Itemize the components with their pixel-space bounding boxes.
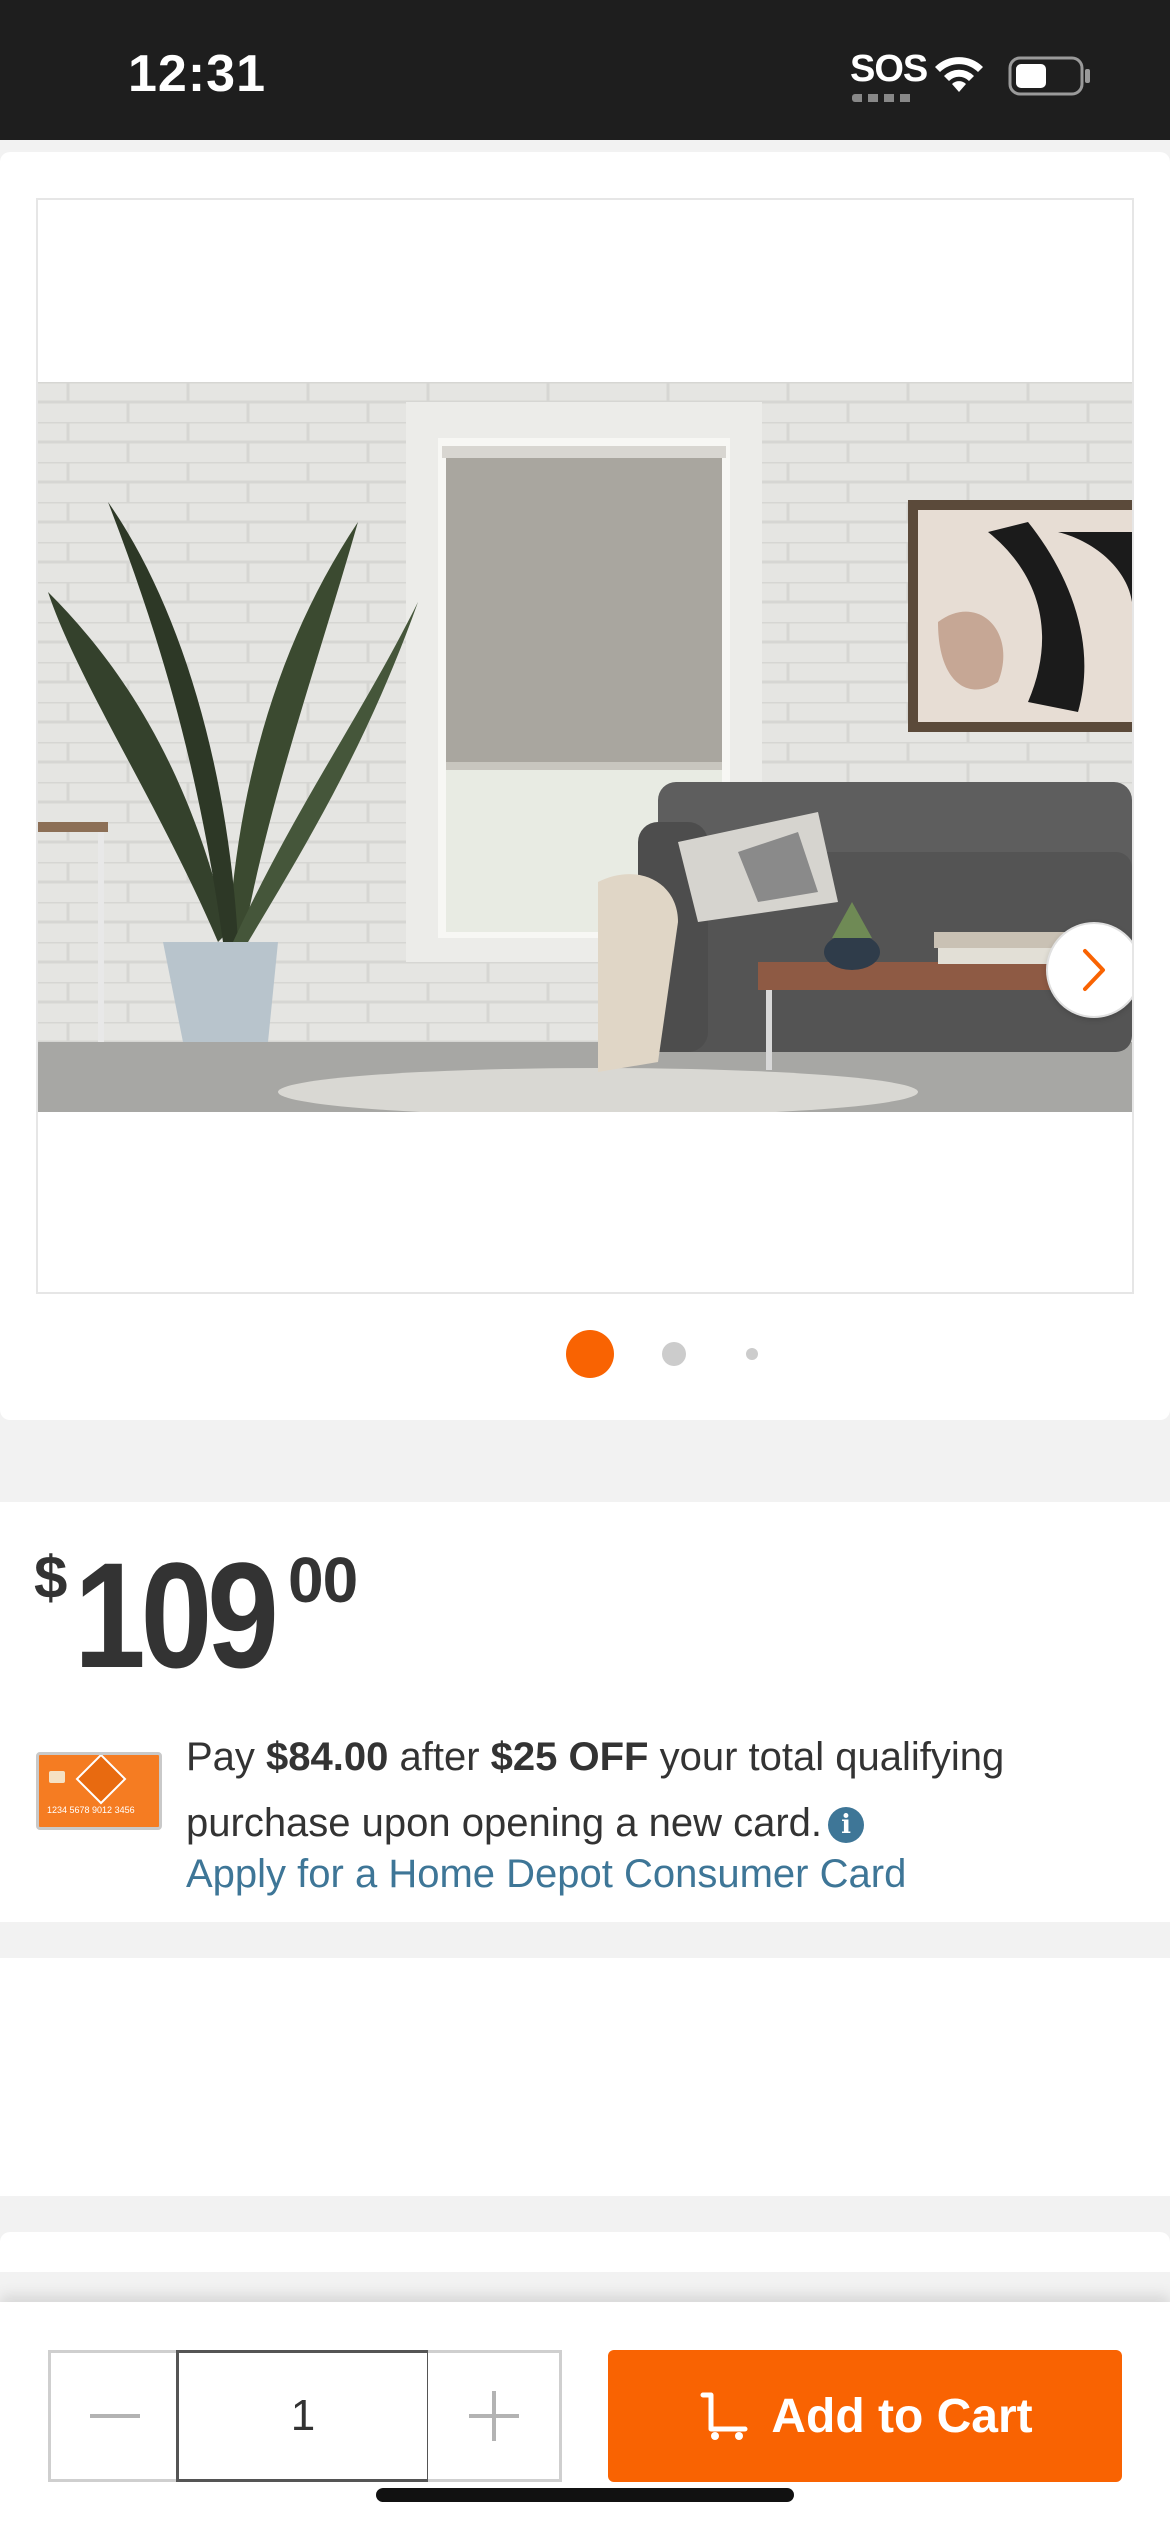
signal-dots-icon — [852, 94, 914, 102]
promo-text-after: after — [388, 1735, 491, 1779]
cart-icon — [700, 2392, 748, 2440]
gallery-dot[interactable] — [662, 1342, 686, 1366]
credit-card-promo: 1234 5678 9012 3456 Pay $84.00 after $25… — [36, 1724, 1136, 1904]
status-time: 12:31 — [128, 45, 266, 103]
next-section — [0, 2232, 1170, 2272]
gallery-dot[interactable] — [746, 1348, 758, 1360]
plus-icon — [468, 2391, 519, 2441]
gallery-next-button[interactable] — [1046, 922, 1132, 1018]
quantity-input[interactable] — [176, 2350, 430, 2482]
info-icon[interactable]: i — [828, 1807, 865, 1844]
price-card: $ 109 00 1234 5678 9012 3456 Pay $84.00 … — [0, 1502, 1170, 1922]
promo-text: Pay $84.00 after $25 OFF your total qual… — [186, 1724, 1136, 1856]
home-depot-logo — [75, 1755, 127, 1805]
add-to-cart-label: Add to Cart — [771, 2389, 1033, 2443]
home-indicator — [376, 2488, 794, 2502]
product-image — [38, 382, 1132, 1112]
quantity-increase-button[interactable] — [428, 2350, 562, 2482]
home-depot-card-image: 1234 5678 9012 3456 — [36, 1752, 162, 1830]
quantity-decrease-button[interactable] — [48, 2350, 178, 2482]
battery-icon — [1008, 56, 1090, 96]
quantity-stepper — [48, 2350, 562, 2482]
gallery-dot-active[interactable] — [566, 1330, 614, 1378]
sos-indicator: SOS — [850, 48, 928, 90]
card-chip — [49, 1771, 65, 1783]
price-cents: 00 — [288, 1544, 358, 1616]
price-whole: 109 — [74, 1531, 279, 1699]
wifi-icon — [935, 57, 983, 92]
chevron-right-icon — [1083, 949, 1105, 991]
status-bar: 12:31 SOS — [0, 0, 1170, 140]
card-number-graphic: 1234 5678 9012 3456 — [47, 1805, 135, 1815]
empty-section — [0, 1958, 1170, 2196]
promo-discount: $25 OFF — [490, 1735, 649, 1779]
minus-icon — [89, 2414, 140, 2418]
add-to-cart-button[interactable]: Add to Cart — [608, 2350, 1122, 2482]
promo-text-pay: Pay — [186, 1735, 267, 1779]
product-media-card — [0, 152, 1170, 1420]
product-image-frame[interactable] — [36, 198, 1134, 1294]
apply-card-link[interactable]: Apply for a Home Depot Consumer Card — [186, 1852, 906, 1897]
promo-amount: $84.00 — [266, 1735, 389, 1779]
price-currency: $ — [34, 1544, 68, 1611]
